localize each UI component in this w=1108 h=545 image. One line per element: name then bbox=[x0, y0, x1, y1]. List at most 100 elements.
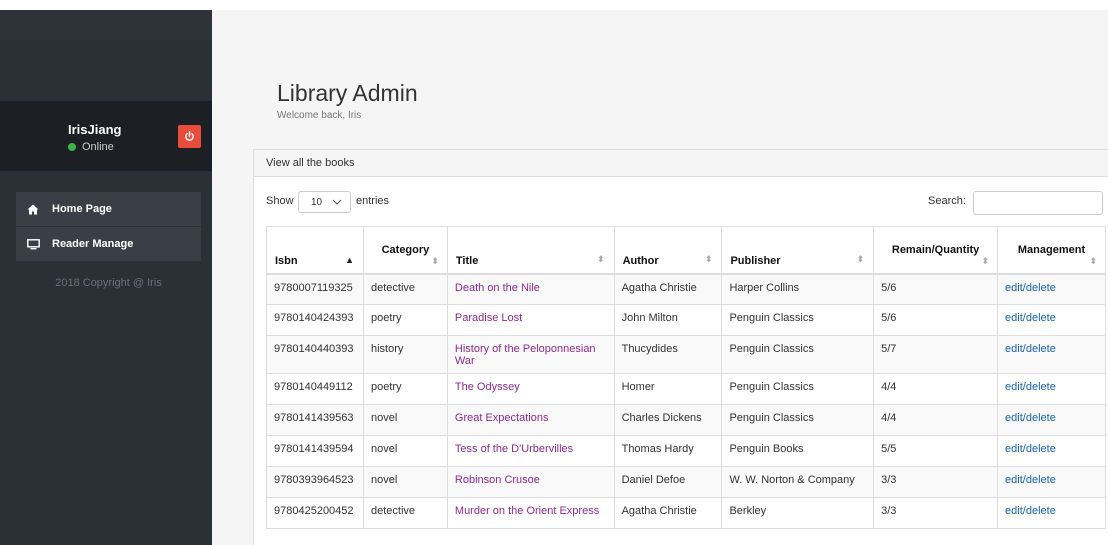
search-label: Search: bbox=[928, 195, 966, 207]
sidebar-item-label: Reader Manage bbox=[52, 238, 134, 250]
remain-quantity-cell: 3/3 bbox=[873, 466, 999, 498]
power-icon bbox=[185, 131, 194, 141]
table-row: 9780141439563 novel Great Expectations Char… bbox=[266, 404, 1106, 436]
sort-ascending-icon: ▲ bbox=[345, 254, 354, 265]
column-header-title[interactable]: Title ⬍ bbox=[446, 226, 615, 275]
title-cell[interactable]: History of the Peloponnesian War bbox=[446, 335, 615, 374]
edit-link[interactable]: edit bbox=[1005, 505, 1023, 517]
category-cell: poetry bbox=[362, 304, 448, 336]
show-label: Show bbox=[266, 195, 294, 207]
delete-link[interactable]: delete bbox=[1026, 343, 1056, 355]
management-cell: edit/delete bbox=[997, 404, 1106, 436]
edit-link[interactable]: edit bbox=[1005, 282, 1023, 294]
author-cell: Thucydides bbox=[613, 335, 723, 374]
sort-icon: ⬍ bbox=[856, 253, 865, 264]
table-header-row: Isbn ▲ Category ⬍ Title ⬍ Author ⬍ Publi… bbox=[266, 226, 1106, 275]
management-cell: edit/delete bbox=[997, 304, 1106, 336]
delete-link[interactable]: delete bbox=[1026, 381, 1056, 393]
column-header-management[interactable]: Management ⬍ bbox=[997, 226, 1106, 275]
logout-button[interactable] bbox=[178, 125, 201, 148]
management-cell: edit/delete bbox=[997, 497, 1106, 529]
page-subtitle: Welcome back, Iris bbox=[277, 110, 362, 121]
isbn-cell: 9780425200452 bbox=[266, 497, 364, 529]
management-cell: edit/delete bbox=[997, 466, 1106, 498]
management-cell: edit/delete bbox=[997, 435, 1106, 467]
delete-link[interactable]: delete bbox=[1026, 443, 1056, 455]
title-cell[interactable]: Robinson Crusoe bbox=[446, 466, 615, 498]
publisher-cell: Penguin Classics bbox=[721, 373, 875, 405]
category-cell: novel bbox=[362, 404, 448, 436]
title-cell[interactable]: Paradise Lost bbox=[446, 304, 615, 336]
panel-heading: View all the books bbox=[254, 150, 1108, 177]
sidebar: IrisJiang Online Home Page Reader Manage… bbox=[0, 10, 212, 545]
management-cell: edit/delete bbox=[997, 335, 1106, 374]
publisher-cell: Penguin Classics bbox=[721, 335, 875, 374]
category-cell: history bbox=[362, 335, 448, 374]
isbn-cell: 9780140424393 bbox=[266, 304, 364, 336]
title-cell[interactable]: The Odyssey bbox=[446, 373, 615, 405]
title-cell[interactable]: Murder on the Orient Express bbox=[446, 497, 615, 529]
delete-link[interactable]: delete bbox=[1026, 412, 1056, 424]
sort-icon: ⬍ bbox=[981, 255, 990, 266]
search-input[interactable] bbox=[973, 191, 1103, 215]
remain-quantity-cell: 4/4 bbox=[873, 404, 999, 436]
isbn-cell: 9780007119325 bbox=[266, 273, 364, 305]
edit-link[interactable]: edit bbox=[1005, 381, 1023, 393]
table-row: 9780425200452 detective Murder on the Orie… bbox=[266, 497, 1106, 529]
delete-link[interactable]: delete bbox=[1026, 282, 1056, 294]
edit-link[interactable]: edit bbox=[1005, 474, 1023, 486]
category-cell: detective bbox=[362, 273, 448, 305]
author-cell: Thomas Hardy bbox=[613, 435, 723, 467]
delete-link[interactable]: delete bbox=[1026, 312, 1056, 324]
title-cell[interactable]: Tess of the D'Urbervilles bbox=[446, 435, 615, 467]
delete-link[interactable]: delete bbox=[1026, 474, 1056, 486]
table-row: 9780140424393 poetry Paradise Lost John Mil… bbox=[266, 304, 1106, 336]
top-strip bbox=[0, 0, 1108, 10]
monitor-icon bbox=[26, 237, 40, 251]
sidebar-nav: Home Page Reader Manage bbox=[16, 192, 201, 262]
column-header-category[interactable]: Category ⬍ bbox=[362, 226, 448, 275]
category-cell: poetry bbox=[362, 373, 448, 405]
home-icon bbox=[26, 202, 40, 216]
page-title: Library Admin bbox=[277, 80, 418, 106]
table-row: 9780393964523 novel Robinson Crusoe Daniel … bbox=[266, 466, 1106, 498]
column-header-isbn[interactable]: Isbn ▲ bbox=[266, 226, 364, 275]
publisher-cell: Penguin Books bbox=[721, 435, 875, 467]
isbn-cell: 9780393964523 bbox=[266, 466, 364, 498]
sidebar-item-reader-manage[interactable]: Reader Manage bbox=[16, 227, 201, 261]
isbn-cell: 9780140440393 bbox=[266, 335, 364, 374]
online-status-dot-icon bbox=[68, 143, 76, 151]
publisher-cell: Harper Collins bbox=[721, 273, 875, 305]
books-table: Isbn ▲ Category ⬍ Title ⬍ Author ⬍ Publi… bbox=[266, 226, 1106, 529]
remain-quantity-cell: 3/3 bbox=[873, 497, 999, 529]
sidebar-item-home-page[interactable]: Home Page bbox=[16, 192, 201, 226]
chevron-down-icon bbox=[332, 199, 342, 205]
author-cell: Charles Dickens bbox=[613, 404, 723, 436]
page-size-select[interactable]: 10 bbox=[298, 191, 351, 213]
table-row: 9780140440393 history History of the Pelop… bbox=[266, 335, 1106, 374]
column-header-publisher[interactable]: Publisher ⬍ bbox=[721, 226, 875, 275]
remain-quantity-cell: 5/7 bbox=[873, 335, 999, 374]
user-panel: IrisJiang Online bbox=[0, 101, 212, 171]
publisher-cell: Penguin Classics bbox=[721, 404, 875, 436]
edit-link[interactable]: edit bbox=[1005, 443, 1023, 455]
sidebar-item-label: Home Page bbox=[52, 203, 112, 215]
edit-link[interactable]: edit bbox=[1005, 412, 1023, 424]
category-cell: detective bbox=[362, 497, 448, 529]
column-header-remain-quantity[interactable]: Remain/Quantity ⬍ bbox=[873, 226, 999, 275]
title-cell[interactable]: Great Expectations bbox=[446, 404, 615, 436]
management-cell: edit/delete bbox=[997, 373, 1106, 405]
publisher-cell: W. W. Norton & Company bbox=[721, 466, 875, 498]
table-row: 9780007119325 detective Death on the Nile A… bbox=[266, 273, 1106, 305]
copyright-text: 2018 Copyright @ Iris bbox=[55, 277, 162, 289]
edit-link[interactable]: edit bbox=[1005, 312, 1023, 324]
publisher-cell: Berkley bbox=[721, 497, 875, 529]
delete-link[interactable]: delete bbox=[1026, 505, 1056, 517]
isbn-cell: 9780141439563 bbox=[266, 404, 364, 436]
column-header-author[interactable]: Author ⬍ bbox=[613, 226, 723, 275]
author-cell: Daniel Defoe bbox=[613, 466, 723, 498]
title-cell[interactable]: Death on the Nile bbox=[446, 273, 615, 305]
edit-link[interactable]: edit bbox=[1005, 343, 1023, 355]
category-cell: novel bbox=[362, 466, 448, 498]
user-status-label: Online bbox=[82, 141, 114, 153]
